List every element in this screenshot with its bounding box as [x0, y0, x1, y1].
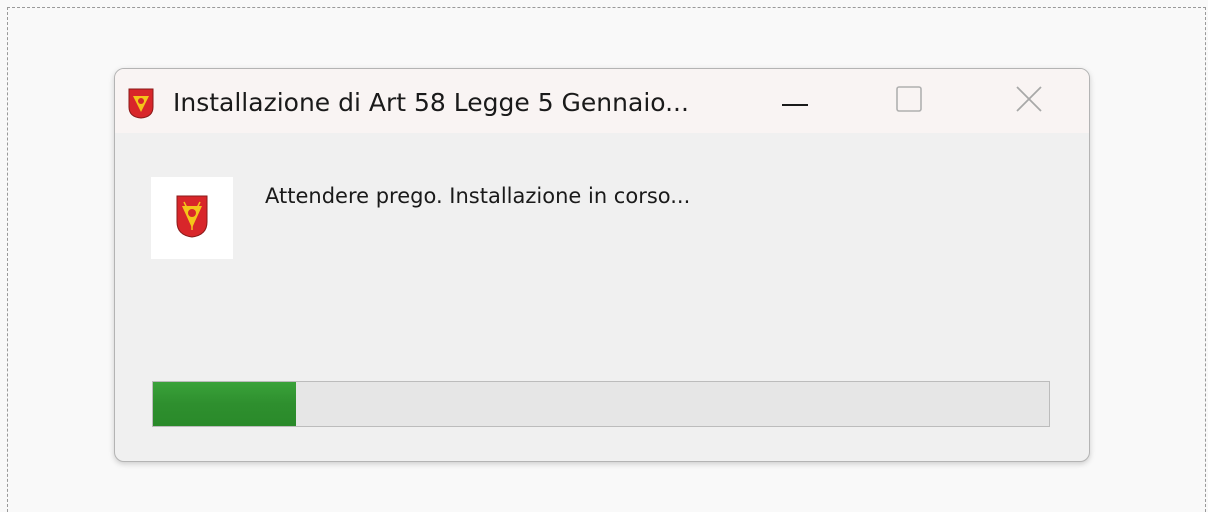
maximize-icon [896, 86, 922, 116]
screenshot-canvas: Installazione di Art 58 Legge 5 Gennaio.… [0, 0, 1208, 512]
maximize-button[interactable] [867, 69, 951, 133]
sicily-coat-of-arms-icon [127, 87, 155, 119]
close-icon [1015, 85, 1043, 117]
installation-progress-bar [152, 381, 1050, 427]
minimize-button[interactable] [753, 69, 837, 133]
title-bar[interactable]: Installazione di Art 58 Legge 5 Gennaio.… [115, 69, 1089, 133]
status-message: Attendere prego. Installazione in corso.… [265, 184, 691, 208]
window-title: Installazione di Art 58 Legge 5 Gennaio.… [173, 88, 689, 117]
minimize-icon [782, 92, 808, 111]
close-button[interactable] [987, 69, 1071, 133]
installer-window: Installazione di Art 58 Legge 5 Gennaio.… [114, 68, 1090, 462]
progress-bar-fill [153, 382, 297, 426]
installer-icon-box [151, 177, 233, 259]
sicily-coat-of-arms-icon [175, 194, 209, 242]
